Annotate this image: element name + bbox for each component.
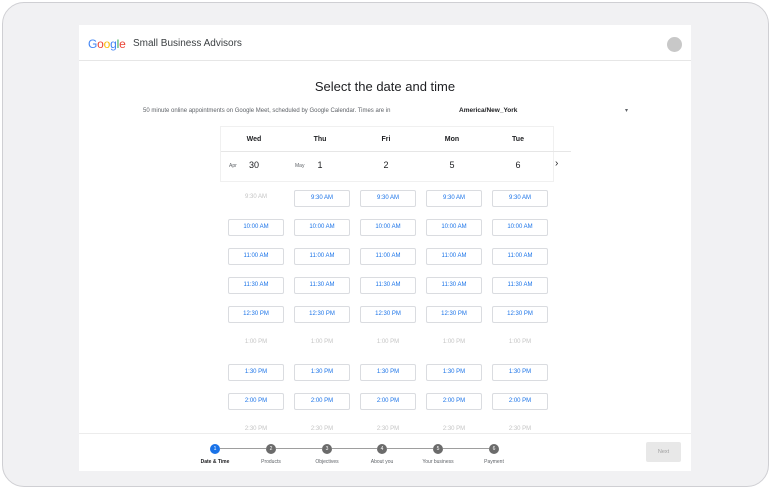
time-slot-unavailable: 1:00 PM bbox=[228, 335, 284, 352]
time-slot-button[interactable]: 12:30 PM bbox=[228, 306, 284, 323]
google-logo: Google bbox=[88, 37, 126, 51]
step-connector bbox=[387, 448, 433, 449]
time-slot-button[interactable]: 9:30 AM bbox=[360, 190, 416, 207]
logo-letter: e bbox=[119, 37, 126, 51]
day-of-week: Fri bbox=[381, 136, 391, 143]
day-of-week: Tue bbox=[512, 136, 524, 143]
step-connector bbox=[220, 448, 266, 449]
time-slot-button[interactable]: 10:00 AM bbox=[426, 219, 482, 236]
step-indicator: 4 bbox=[377, 444, 387, 454]
time-slot-button[interactable]: 11:30 AM bbox=[360, 277, 416, 294]
time-slot-unavailable: 9:30 AM bbox=[228, 190, 284, 207]
time-slot-button[interactable]: 11:30 AM bbox=[294, 277, 350, 294]
step-label: About you bbox=[370, 459, 394, 465]
time-slot-button[interactable]: 11:00 AM bbox=[228, 248, 284, 265]
time-slot-button[interactable]: 1:30 PM bbox=[294, 364, 350, 381]
day-column-fri[interactable]: Fri 2 bbox=[353, 127, 419, 181]
app-screen: Google Small Business Advisors Select th… bbox=[79, 25, 691, 471]
time-slot-button[interactable]: 1:30 PM bbox=[228, 364, 284, 381]
appointment-description: 50 minute online appointments on Google … bbox=[143, 108, 391, 114]
step-label: Your business bbox=[422, 459, 454, 465]
time-slot-button[interactable]: 11:00 AM bbox=[426, 248, 482, 265]
time-slot-button[interactable]: 2:00 PM bbox=[294, 393, 350, 410]
day-number: 2 bbox=[383, 160, 389, 170]
date-cell: 5 bbox=[419, 154, 485, 176]
time-slot-button[interactable]: 10:00 AM bbox=[492, 219, 548, 236]
day-of-week: Mon bbox=[444, 136, 460, 143]
date-cell: 2 bbox=[353, 154, 419, 176]
time-slot-button[interactable]: 2:00 PM bbox=[360, 393, 416, 410]
progress-footer: Next 1 Date & Time 2 Products 3 Objectives 4 Ab… bbox=[79, 433, 691, 471]
step-label: Date & Time bbox=[200, 459, 230, 465]
calendar-header: Wed Apr 30 Thu May 1 Fri 2 Mon 5 Tue 6 bbox=[221, 127, 553, 181]
time-slot-button[interactable]: 1:30 PM bbox=[360, 364, 416, 381]
day-column-tue[interactable]: Tue 6 bbox=[485, 127, 551, 181]
step-connector bbox=[332, 448, 377, 449]
step-indicator: 2 bbox=[266, 444, 276, 454]
next-days-icon[interactable]: › bbox=[555, 158, 558, 169]
time-slot-button[interactable]: 2:00 PM bbox=[492, 393, 548, 410]
step-indicator: 6 bbox=[489, 444, 499, 454]
time-slot-button[interactable]: 11:00 AM bbox=[294, 248, 350, 265]
time-slot-button[interactable]: 10:00 AM bbox=[360, 219, 416, 236]
step-indicator: 3 bbox=[322, 444, 332, 454]
app-name: Small Business Advisors bbox=[133, 38, 242, 49]
chevron-down-icon[interactable]: ▾ bbox=[625, 107, 628, 114]
time-slot-button[interactable]: 12:30 PM bbox=[294, 306, 350, 323]
device-frame: Google Small Business Advisors Select th… bbox=[2, 2, 769, 487]
step-connector bbox=[276, 448, 322, 449]
calendar-divider bbox=[221, 151, 571, 152]
time-slot-button[interactable]: 11:30 AM bbox=[426, 277, 482, 294]
time-slot-button[interactable]: 1:30 PM bbox=[426, 364, 482, 381]
step-indicator: 5 bbox=[433, 444, 443, 454]
time-slot-button[interactable]: 10:00 AM bbox=[228, 219, 284, 236]
time-slot-button[interactable]: 11:30 AM bbox=[492, 277, 548, 294]
time-slot-unavailable: 1:00 PM bbox=[492, 335, 548, 352]
next-button[interactable]: Next bbox=[646, 442, 681, 462]
time-slot-unavailable: 1:00 PM bbox=[294, 335, 350, 352]
date-cell: Apr 30 bbox=[221, 154, 287, 176]
time-slot-button[interactable]: 9:30 AM bbox=[294, 190, 350, 207]
day-column-wed[interactable]: Wed Apr 30 bbox=[221, 127, 287, 181]
day-column-thu[interactable]: Thu May 1 bbox=[287, 127, 353, 181]
time-slot-button[interactable]: 10:00 AM bbox=[294, 219, 350, 236]
time-slot-button[interactable]: 11:30 AM bbox=[228, 277, 284, 294]
time-slot-button[interactable]: 9:30 AM bbox=[426, 190, 482, 207]
day-of-week: Wed bbox=[246, 136, 262, 143]
day-number: 30 bbox=[248, 160, 259, 170]
timezone-select[interactable]: America/New_York bbox=[459, 107, 517, 114]
date-cell: 6 bbox=[485, 154, 551, 176]
time-slot-button[interactable]: 2:00 PM bbox=[228, 393, 284, 410]
day-number: 5 bbox=[449, 160, 455, 170]
step-label: Products bbox=[261, 459, 281, 465]
step-label: Objectives bbox=[315, 459, 339, 465]
top-bar: Google Small Business Advisors bbox=[79, 25, 691, 61]
time-slot-unavailable: 1:00 PM bbox=[360, 335, 416, 352]
time-slot-button[interactable]: 12:30 PM bbox=[360, 306, 416, 323]
day-number: 1 bbox=[317, 160, 323, 170]
time-slot-button[interactable]: 1:30 PM bbox=[492, 364, 548, 381]
time-slot-button[interactable]: 11:00 AM bbox=[492, 248, 548, 265]
time-slot-button[interactable]: 11:00 AM bbox=[360, 248, 416, 265]
date-cell: May 1 bbox=[287, 154, 353, 176]
time-slot-button[interactable]: 12:30 PM bbox=[426, 306, 482, 323]
time-slot-unavailable: 1:00 PM bbox=[426, 335, 482, 352]
avatar[interactable] bbox=[667, 37, 682, 52]
day-number: 6 bbox=[515, 160, 521, 170]
step-indicator: 1 bbox=[210, 444, 220, 454]
page-title: Select the date and time bbox=[314, 79, 456, 94]
time-slot-button[interactable]: 2:00 PM bbox=[426, 393, 482, 410]
day-column-mon[interactable]: Mon 5 bbox=[419, 127, 485, 181]
time-slot-button[interactable]: 12:30 PM bbox=[492, 306, 548, 323]
day-of-week: Thu bbox=[313, 136, 327, 143]
step-label: Payment bbox=[484, 459, 504, 465]
logo-letter: G bbox=[88, 37, 98, 51]
time-slot-button[interactable]: 9:30 AM bbox=[492, 190, 548, 207]
step-connector bbox=[443, 448, 489, 449]
